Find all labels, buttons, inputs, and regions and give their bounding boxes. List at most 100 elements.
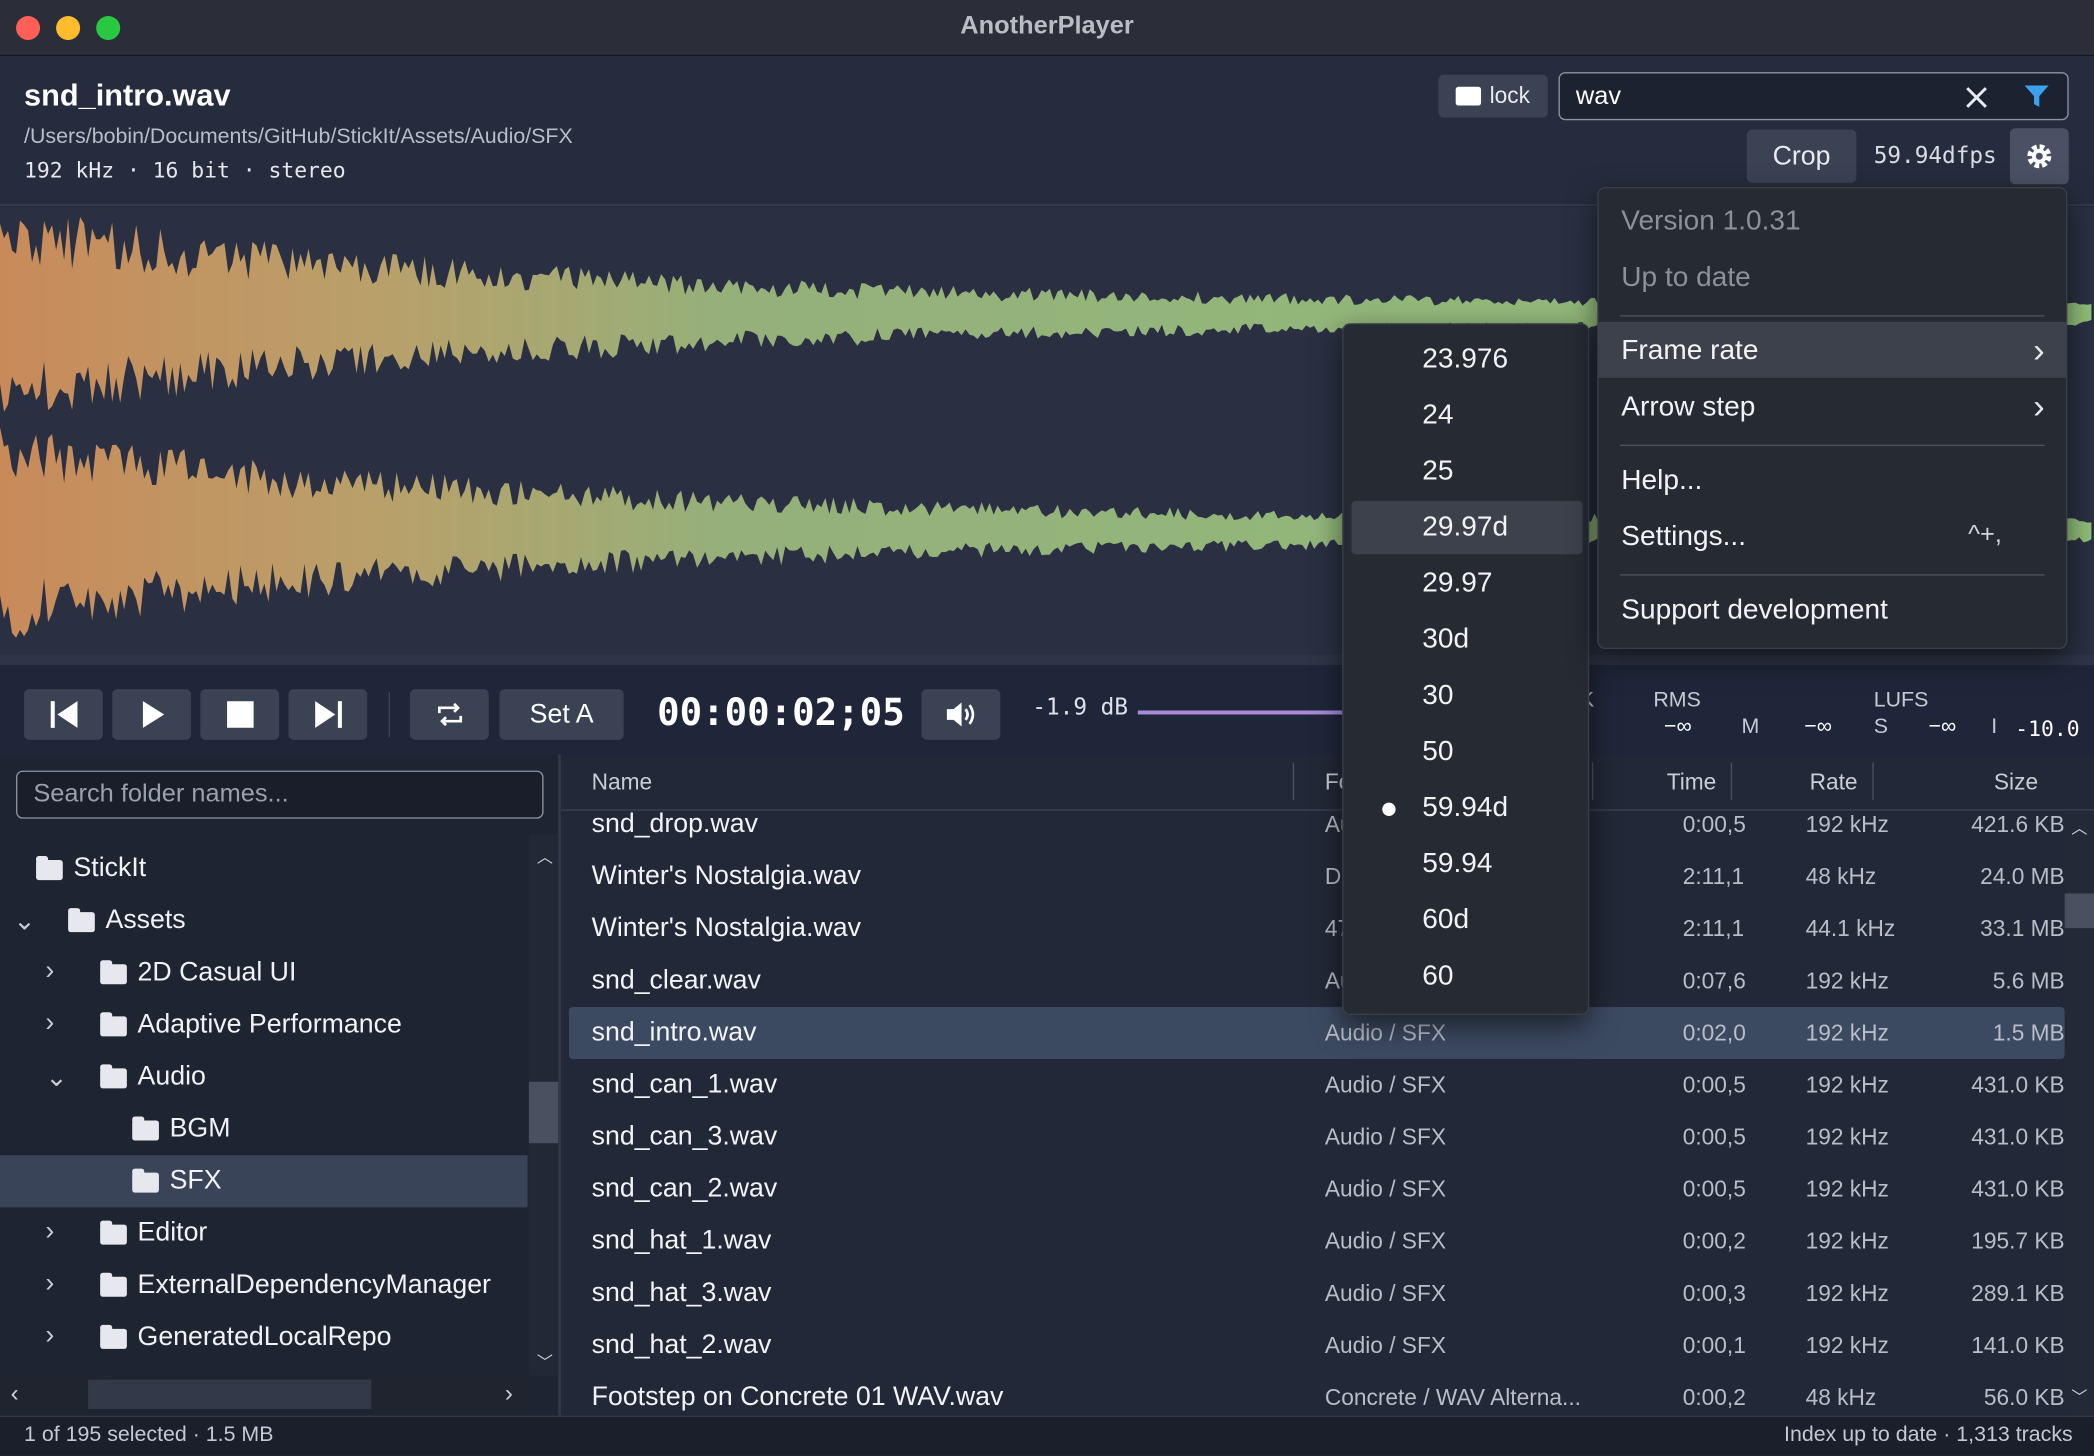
list-scroll-thumb[interactable] <box>2064 893 2094 929</box>
folder-search-input[interactable]: Search folder names... <box>16 770 544 819</box>
fps-option[interactable]: 59.94d <box>1352 781 1583 834</box>
scroll-right-icon[interactable]: › <box>505 1380 513 1408</box>
fps-option[interactable]: 25 <box>1352 445 1583 498</box>
duration-cell: 0:00,3 <box>1682 1280 1746 1307</box>
list-scroll-down-icon[interactable]: ﹀ <box>2071 1385 2087 1408</box>
size-cell: 431.0 KB <box>1971 1176 2065 1202</box>
sidebar-item-audio[interactable]: ⌄ Audio <box>0 1051 528 1103</box>
settings-gear-button[interactable] <box>2009 128 2069 185</box>
folder-cell: Concrete / WAV Alterna... <box>1324 1384 1581 1411</box>
fps-option[interactable]: 60 <box>1352 950 1583 1003</box>
sidebar-horizontal-scrollbar[interactable]: ‹ › <box>0 1376 528 1412</box>
table-row[interactable]: snd_hat_2.wav Audio / SFX 0:00,1 192 kHz 141… <box>569 1319 2065 1371</box>
table-row[interactable]: Winter's Nostalgia.wav 47 2:11,1 44.1 kHz 33… <box>569 903 2065 955</box>
sidebar-item-generatedlocalrepo[interactable]: › GeneratedLocalRepo <box>0 1311 528 1363</box>
table-row[interactable]: snd_can_3.wav Audio / SFX 0:00,5 192 kHz 431… <box>569 1111 2065 1163</box>
menu-item-settings[interactable]: Settings... ^+, <box>1599 507 2066 563</box>
play-button[interactable] <box>112 689 191 740</box>
sidebar-item-adaptive-performance[interactable]: › Adaptive Performance <box>0 999 528 1051</box>
fps-label[interactable]: 59.94dfps <box>1874 143 1997 170</box>
fps-option[interactable]: 24 <box>1352 389 1583 442</box>
sidebar-item-sfx[interactable]: SFX <box>0 1155 528 1208</box>
loop-button[interactable] <box>409 689 489 740</box>
sidebar-item-editor[interactable]: › Editor <box>0 1207 528 1259</box>
file-search-input[interactable]: wav <box>1558 72 2069 121</box>
menu-item-support[interactable]: Support development <box>1599 581 2066 637</box>
chevron-right-icon[interactable]: › <box>45 1008 54 1039</box>
volume-button[interactable] <box>921 689 1001 740</box>
chevron-right-icon[interactable]: › <box>45 1321 54 1352</box>
sidebar-item-bgm[interactable]: BGM <box>0 1103 528 1155</box>
sample-rate-cell: 192 kHz <box>1805 1228 1889 1255</box>
clear-icon[interactable] <box>1963 84 1990 111</box>
column-header-size[interactable]: Size <box>1994 769 2038 796</box>
folder-cell: D <box>1324 864 1342 890</box>
chevron-down-icon[interactable]: ⌄ <box>45 1060 67 1093</box>
column-header-time[interactable]: Time <box>1667 769 1717 796</box>
volume-slider[interactable] <box>1137 710 1345 715</box>
folder-icon <box>100 1324 127 1349</box>
lock-button[interactable]: lock <box>1438 74 1548 118</box>
table-row[interactable]: snd_hat_1.wav Audio / SFX 0:00,2 192 kHz 195… <box>569 1215 2065 1267</box>
sidebar-item-label: Audio <box>137 1061 206 1092</box>
settings-menu: Version 1.0.31 Up to date Frame rate › Ar… <box>1597 186 2068 650</box>
table-row[interactable]: Winter's Nostalgia.wav D 2:11,1 48 kHz 24.0 … <box>569 851 2065 903</box>
chevron-down-icon[interactable]: ⌄ <box>13 904 35 937</box>
scroll-down-icon[interactable]: ﹀ <box>537 1350 553 1373</box>
sample-rate-cell: 192 kHz <box>1805 811 1889 838</box>
list-scroll-up-icon[interactable]: ︿ <box>2071 816 2087 839</box>
menu-item-help[interactable]: Help... <box>1599 451 2066 507</box>
table-row[interactable]: snd_can_2.wav Audio / SFX 0:00,5 192 kHz 431… <box>569 1163 2065 1215</box>
fps-option[interactable]: 59.94 <box>1352 837 1583 890</box>
folder-cell: Audio / SFX <box>1324 1228 1446 1255</box>
table-row[interactable]: snd_hat_3.wav Audio / SFX 0:00,3 192 kHz 289… <box>569 1267 2065 1319</box>
table-row[interactable]: snd_drop.wav Au 0:00,5 192 kHz 421.6 KB <box>569 799 2065 851</box>
column-divider[interactable] <box>1292 762 1295 800</box>
size-cell: 289.1 KB <box>1971 1280 2065 1307</box>
menu-item-frame-rate[interactable]: Frame rate › <box>1598 321 2067 378</box>
chevron-right-icon[interactable]: › <box>45 1217 54 1248</box>
list-scrollbar[interactable]: ︿ ﹀ <box>2064 810 2094 1416</box>
sidebar-hscroll-thumb[interactable] <box>88 1379 372 1409</box>
column-divider[interactable] <box>1591 762 1594 800</box>
table-row[interactable]: snd_intro.wav Audio / SFX 0:02,0 192 kHz 1.5… <box>568 1006 2065 1060</box>
sidebar-item-assets[interactable]: ⌄ Assets <box>0 895 528 947</box>
fps-option[interactable]: 60d <box>1352 893 1583 946</box>
fps-option-label: 30 <box>1422 679 1454 711</box>
chevron-right-icon[interactable]: › <box>45 956 54 987</box>
volume-value: -1.9 dB <box>1032 694 1129 722</box>
folder-icon <box>132 1168 159 1193</box>
column-header-name[interactable]: Name <box>592 769 653 796</box>
column-divider[interactable] <box>1730 762 1733 800</box>
table-row[interactable]: snd_clear.wav Au 0:07,6 192 kHz 5.6 MB <box>569 955 2065 1007</box>
fps-option[interactable]: 30 <box>1352 669 1583 722</box>
column-divider[interactable] <box>1872 762 1874 800</box>
fps-option[interactable]: 29.97 <box>1352 557 1583 610</box>
chevron-right-icon[interactable]: › <box>45 1269 54 1300</box>
sidebar-item-stickit[interactable]: StickIt <box>0 843 528 895</box>
folder-icon <box>100 1272 127 1297</box>
scroll-left-icon[interactable]: ‹ <box>11 1380 19 1408</box>
menu-item-arrow-step[interactable]: Arrow step › <box>1599 378 2066 434</box>
filter-icon[interactable] <box>2022 81 2051 110</box>
sidebar-item-externaldependencymanager[interactable]: › ExternalDependencyManager <box>0 1259 528 1311</box>
fps-option[interactable]: 29.97d <box>1351 500 1583 555</box>
crop-button[interactable]: Crop <box>1746 129 1857 183</box>
folder-cell: Audio / SFX <box>1324 1124 1446 1150</box>
table-row[interactable]: snd_can_1.wav Audio / SFX 0:00,5 192 kHz 431… <box>569 1059 2065 1111</box>
stop-button[interactable] <box>200 689 280 740</box>
scroll-up-icon[interactable]: ︿ <box>537 845 553 868</box>
sidebar-scrollbar[interactable]: ︿ ﹀ <box>528 834 559 1376</box>
sidebar-item-2d-casual-ui[interactable]: › 2D Casual UI <box>0 947 528 999</box>
next-track-button[interactable] <box>288 689 368 740</box>
fps-option[interactable]: 30d <box>1352 613 1583 666</box>
set-a-button[interactable]: Set A <box>499 689 624 740</box>
sidebar-scroll-thumb[interactable] <box>528 1081 559 1144</box>
folder-cell: Audio / SFX <box>1324 1332 1446 1359</box>
sidebar-item-label: Editor <box>137 1217 208 1248</box>
folder-sidebar: Search folder names... StickIt ⌄ Assets › 2D… <box>0 754 561 1416</box>
fps-option[interactable]: 50 <box>1352 725 1583 778</box>
previous-track-button[interactable] <box>24 689 103 740</box>
column-header-rate[interactable]: Rate <box>1810 769 1858 796</box>
fps-option[interactable]: 23.976 <box>1352 333 1583 386</box>
